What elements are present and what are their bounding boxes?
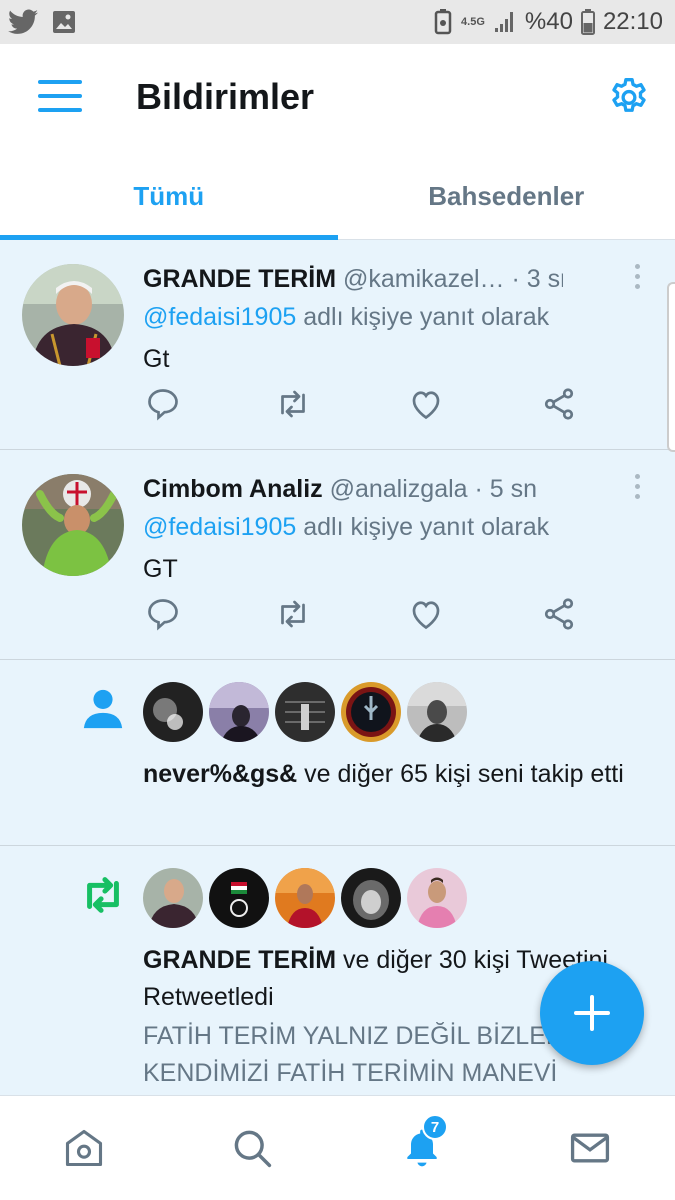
image-icon <box>53 11 75 33</box>
scroll-indicator[interactable] <box>667 282 675 452</box>
share-icon[interactable] <box>541 596 577 632</box>
tweet-time: · 3 sn <box>511 265 564 293</box>
avatar[interactable] <box>407 682 467 742</box>
tab-mentions[interactable]: Bahsedenler <box>338 154 675 239</box>
tab-all[interactable]: Tümü <box>0 154 338 240</box>
battery-icon <box>580 9 595 35</box>
tweet-time: · 5 sn <box>474 475 538 503</box>
avatar[interactable] <box>22 474 124 576</box>
follow-notification[interactable]: never%&gs& ve diğer 65 kişi seni takip e… <box>0 660 675 846</box>
alarm-icon <box>434 9 452 35</box>
gear-icon[interactable] <box>607 76 651 120</box>
like-icon[interactable] <box>408 386 444 422</box>
retweet-icon[interactable] <box>275 596 311 632</box>
avatar[interactable] <box>22 264 124 366</box>
reply-icon[interactable] <box>145 386 181 422</box>
follower-avatars <box>143 682 467 742</box>
avatar[interactable] <box>209 868 269 928</box>
reply-icon[interactable] <box>145 596 181 632</box>
tweet-text: GT <box>143 555 178 583</box>
page-title: Bildirimler <box>136 76 315 117</box>
avatar[interactable] <box>341 682 401 742</box>
app-bar: Bildirimler <box>0 44 675 154</box>
twitter-icon <box>8 9 38 34</box>
tweet-item[interactable]: Cimbom Analiz @analizgala · 5 sn @fedais… <box>0 450 675 660</box>
messages-icon[interactable] <box>568 1126 612 1170</box>
avatar[interactable] <box>407 868 467 928</box>
hamburger-menu-icon[interactable] <box>38 80 82 116</box>
tweet-actions <box>143 596 583 636</box>
avatar[interactable] <box>209 682 269 742</box>
like-icon[interactable] <box>408 596 444 632</box>
user-name[interactable]: GRANDE TERİM <box>143 265 336 293</box>
tweet-header: Cimbom Analiz @analizgala · 5 sn <box>143 475 563 504</box>
network-type: 4.5G <box>461 16 485 28</box>
tweet-actions <box>143 386 583 426</box>
retweet-icon[interactable] <box>275 386 311 422</box>
reply-suffix: adlı kişiye yanıt olarak <box>296 513 550 541</box>
notifications-tab[interactable]: 7 <box>400 1114 448 1170</box>
notification-text: never%&gs& ve diğer 65 kişi seni takip e… <box>143 756 643 793</box>
avatar[interactable] <box>275 868 335 928</box>
avatar[interactable] <box>275 682 335 742</box>
bottom-navigation: 7 <box>0 1095 675 1200</box>
clock: 22:10 <box>602 8 663 35</box>
notification-badge: 7 <box>422 1114 448 1140</box>
reply-suffix: adlı kişiye yanıt olarak <box>296 303 550 331</box>
user-name[interactable]: never%&gs& <box>143 760 297 788</box>
status-bar: 4.5G %40 22:10 <box>0 0 675 44</box>
compose-button[interactable] <box>540 961 644 1065</box>
mention-link[interactable]: @fedaisi1905 <box>143 303 296 331</box>
more-options-icon[interactable] <box>629 474 645 502</box>
tweet-header: GRANDE TERİM @kamikazel… · 3 sn <box>143 265 563 294</box>
tweet-text: Gt <box>143 345 170 373</box>
retweeter-avatars <box>143 868 467 928</box>
tweet-item[interactable]: GRANDE TERİM @kamikazel… · 3 sn @fedaisi… <box>0 240 675 450</box>
user-handle: @analizgala <box>329 475 468 503</box>
share-icon[interactable] <box>541 386 577 422</box>
home-icon[interactable] <box>62 1126 106 1170</box>
mention-link[interactable]: @fedaisi1905 <box>143 513 296 541</box>
tab-bar: Tümü Bahsedenler <box>0 154 675 240</box>
reply-context: @fedaisi1905 adlı kişiye yanıt olarak <box>143 513 549 542</box>
user-name[interactable]: Cimbom Analiz <box>143 475 323 503</box>
avatar[interactable] <box>143 868 203 928</box>
plus-icon <box>574 995 610 1031</box>
more-options-icon[interactable] <box>629 264 645 292</box>
avatar[interactable] <box>143 682 203 742</box>
notification-message: ve diğer 65 kişi seni takip etti <box>297 760 624 788</box>
search-icon[interactable] <box>230 1126 274 1170</box>
retweet-icon <box>87 877 119 913</box>
avatar[interactable] <box>341 868 401 928</box>
person-icon <box>83 689 123 729</box>
battery-percent: %40 <box>524 8 573 35</box>
user-name[interactable]: GRANDE TERİM <box>143 946 336 974</box>
signal-icon <box>494 12 513 32</box>
reply-context: @fedaisi1905 adlı kişiye yanıt olarak <box>143 303 549 332</box>
user-handle: @kamikazel… <box>343 265 505 293</box>
